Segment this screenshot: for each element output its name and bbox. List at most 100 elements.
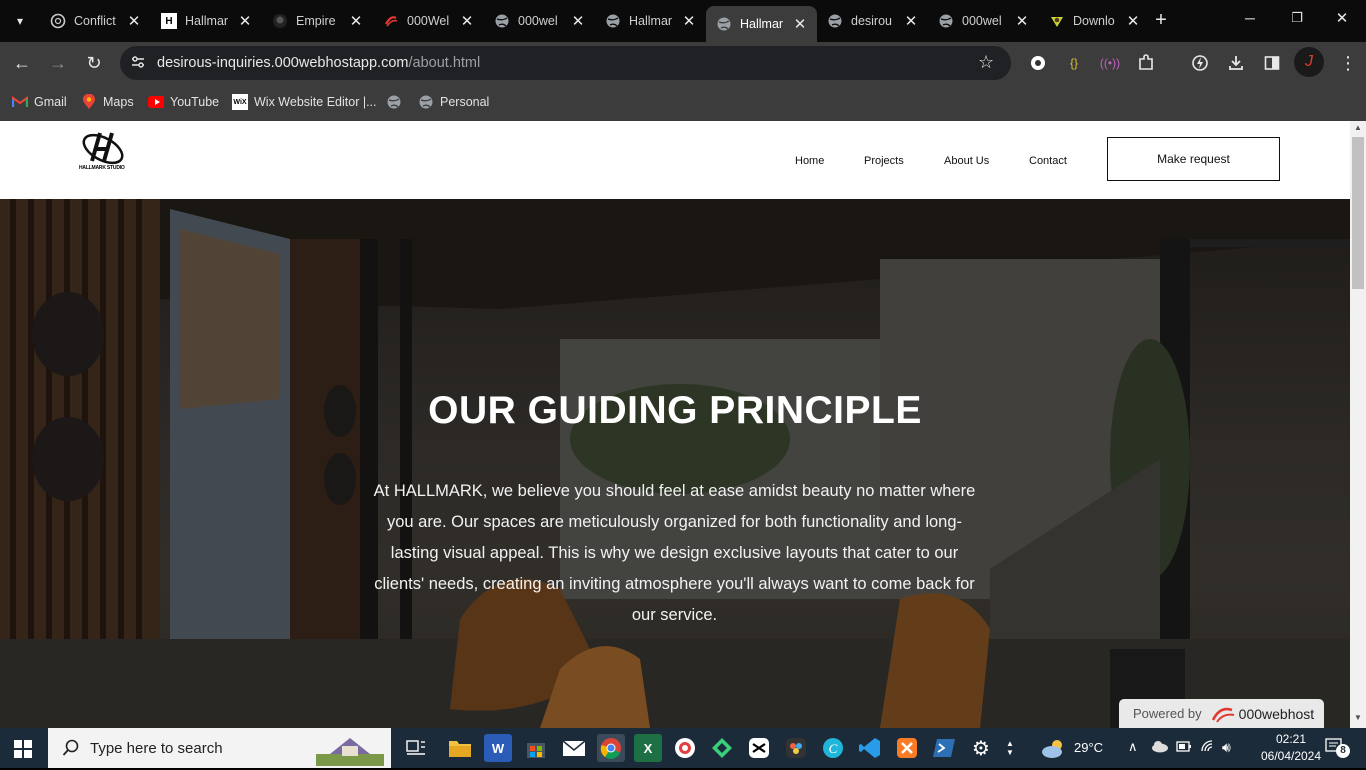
close-icon[interactable]: ✕ xyxy=(680,12,698,30)
tab[interactable]: Conflict ✕ xyxy=(40,7,151,35)
logo-caption: HALLMARK STUDIO xyxy=(79,165,125,171)
address-bar[interactable]: desirous-inquiries.000webhostapp.com/abo… xyxy=(120,46,1011,80)
close-icon[interactable]: ✕ xyxy=(569,12,587,30)
performance-icon[interactable] xyxy=(1188,51,1212,75)
volume-icon[interactable]: 🔊︎ xyxy=(1222,739,1231,756)
000webhost-icon xyxy=(383,13,399,29)
side-panel-icon[interactable] xyxy=(1260,51,1284,75)
000webhost-icon xyxy=(1210,704,1236,724)
show-hidden-icons-chevron-icon[interactable]: ∧ xyxy=(1128,739,1138,755)
chrome-alt-icon[interactable] xyxy=(671,734,699,762)
file-explorer-icon[interactable] xyxy=(446,734,474,762)
nav-home[interactable]: Home xyxy=(795,155,824,167)
clock-time[interactable]: 02:21 xyxy=(1262,732,1320,746)
tab[interactable]: Hallmar ✕ xyxy=(595,7,706,35)
excel-icon[interactable]: X xyxy=(634,734,662,762)
tab[interactable]: H Hallmar ✕ xyxy=(151,7,262,35)
extensions-puzzle-icon[interactable] xyxy=(1134,51,1158,75)
close-icon[interactable]: ✕ xyxy=(125,12,143,30)
nav-contact[interactable]: Contact xyxy=(1029,155,1067,167)
close-icon[interactable]: ✕ xyxy=(458,12,476,30)
close-icon[interactable]: ✕ xyxy=(347,12,365,30)
bookmark-globe[interactable] xyxy=(386,92,408,112)
bookmarks-bar: Gmail Maps YouTube WiX Wix Website Edito… xyxy=(0,84,1366,121)
close-icon[interactable]: ✕ xyxy=(902,12,920,30)
bookmark-maps[interactable]: Maps xyxy=(81,92,134,112)
weather-cloud-icon[interactable] xyxy=(1040,736,1068,760)
close-icon[interactable]: ✕ xyxy=(1124,12,1142,30)
dev-tool-icon[interactable] xyxy=(708,734,736,762)
davinci-resolve-icon[interactable] xyxy=(782,734,810,762)
bookmark-label: YouTube xyxy=(170,95,220,109)
powershell-icon[interactable] xyxy=(930,734,958,762)
close-window-button[interactable]: ✕ xyxy=(1328,9,1356,29)
clock-date[interactable]: 06/04/2024 xyxy=(1258,749,1324,763)
github-icon xyxy=(272,13,288,29)
json-extension-icon[interactable]: {} xyxy=(1062,51,1086,75)
site-logo[interactable]: HALLMARK STUDIO xyxy=(78,127,130,177)
windows-start-icon[interactable] xyxy=(14,740,32,758)
tab[interactable]: 000wel ✕ xyxy=(484,7,595,35)
nav-about-us[interactable]: About Us xyxy=(944,155,989,167)
wifi-icon[interactable] xyxy=(1200,739,1216,758)
word-icon[interactable]: W xyxy=(484,734,512,762)
chrome-icon[interactable] xyxy=(597,734,625,762)
tab[interactable]: Downlo ✕ xyxy=(1039,7,1150,35)
chatgpt-icon xyxy=(50,13,66,29)
close-icon[interactable]: ✕ xyxy=(236,12,254,30)
tab[interactable]: Empire ✕ xyxy=(262,7,373,35)
globe-icon xyxy=(494,13,510,29)
tab[interactable]: desirou ✕ xyxy=(817,7,928,35)
bookmark-personal[interactable]: Personal xyxy=(418,92,489,112)
tab[interactable]: 000wel ✕ xyxy=(928,7,1039,35)
menu-kebab-icon[interactable]: ⋮ xyxy=(1336,51,1360,75)
bookmark-label: Maps xyxy=(103,95,134,109)
bookmark-youtube[interactable]: YouTube xyxy=(148,92,219,112)
tab-search-button[interactable]: ▾ xyxy=(8,10,32,32)
search-icon xyxy=(62,739,80,757)
bookmark-gmail[interactable]: Gmail xyxy=(12,92,67,112)
scroll-down-arrow-icon[interactable]: ▼ xyxy=(1354,713,1362,722)
nav-projects[interactable]: Projects xyxy=(864,155,904,167)
site-settings-icon[interactable] xyxy=(130,54,146,70)
reload-icon[interactable]: ↻ xyxy=(82,51,106,75)
microsoft-store-icon[interactable] xyxy=(522,734,550,762)
search-placeholder: Type here to search xyxy=(90,739,223,757)
download-icon[interactable] xyxy=(1224,51,1248,75)
minimize-button[interactable]: ─ xyxy=(1236,10,1264,30)
tab-active[interactable]: Hallmar ✕ xyxy=(706,6,817,42)
profile-avatar[interactable]: J xyxy=(1294,47,1324,77)
url-text: desirous-inquiries.000webhostapp.com/abo… xyxy=(157,55,480,71)
hero-background-image xyxy=(0,199,1350,728)
make-request-button[interactable]: Make request xyxy=(1107,137,1280,181)
back-arrow-icon[interactable]: ← xyxy=(10,51,34,75)
vscode-icon[interactable] xyxy=(856,734,884,762)
xampp-icon[interactable] xyxy=(893,734,921,762)
settings-gear-icon[interactable]: ⚙ xyxy=(967,734,995,762)
cloud-sync-icon[interactable] xyxy=(1151,739,1169,756)
scrollbar-thumb[interactable] xyxy=(1352,137,1364,289)
mail-icon[interactable] xyxy=(560,734,588,762)
taskbar-scroll-icon[interactable]: ▲ ▼ xyxy=(1002,734,1018,762)
powered-by-badge[interactable]: Powered by 000webhost xyxy=(1119,699,1324,728)
task-view-icon[interactable] xyxy=(402,734,430,762)
extension-icon[interactable] xyxy=(1026,51,1050,75)
search-highlight-icon xyxy=(316,732,384,766)
tab-label: desirou xyxy=(851,14,892,28)
canva-icon[interactable]: C xyxy=(819,734,847,762)
battery-icon[interactable] xyxy=(1176,740,1192,757)
restore-button[interactable]: ❐ xyxy=(1283,10,1311,30)
scroll-up-arrow-icon[interactable]: ▲ xyxy=(1354,123,1362,132)
new-tab-button[interactable]: + xyxy=(1150,9,1172,31)
taskbar-search-box[interactable]: Type here to search xyxy=(48,728,391,768)
weather-temperature[interactable]: 29°C xyxy=(1074,740,1103,755)
capcut-icon[interactable] xyxy=(745,734,773,762)
close-icon[interactable]: ✕ xyxy=(791,15,809,33)
bookmark-wix[interactable]: WiX Wix Website Editor |... xyxy=(232,92,377,112)
close-icon[interactable]: ✕ xyxy=(1013,12,1031,30)
globe-icon xyxy=(418,94,434,110)
forward-arrow-icon[interactable]: → xyxy=(46,51,70,75)
bookmark-star-icon[interactable]: ☆ xyxy=(978,52,994,73)
broadcast-extension-icon[interactable]: ((•)) xyxy=(1098,51,1122,75)
tab[interactable]: 000Wel ✕ xyxy=(373,7,484,35)
